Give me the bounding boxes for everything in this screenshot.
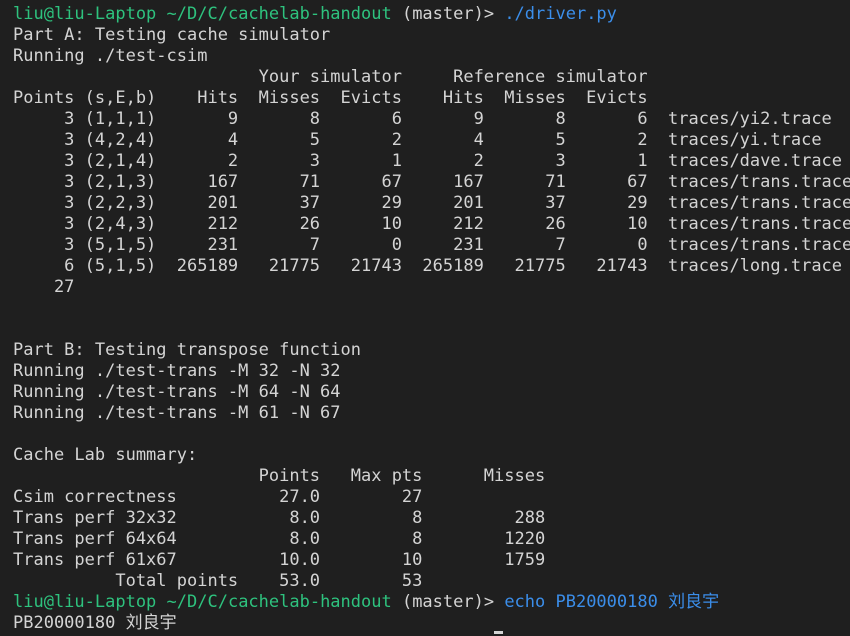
output-line: Your simulator Reference simulator (13, 67, 648, 87)
prompt-path: ~/D/C/cachelab-handout (166, 4, 392, 24)
output-line: 3 (2,4,3) 212 26 10 212 26 10 traces/tra… (13, 214, 850, 234)
output-line: 3 (2,1,3) 167 71 67 167 71 67 traces/tra… (13, 172, 850, 192)
output-line: Running ./test-trans -M 32 -N 32 (13, 361, 341, 381)
output-line: 3 (2,1,4) 2 3 1 2 3 1 traces/dave.trace (13, 151, 843, 171)
prompt-branch: (master)> (391, 592, 505, 612)
output-line: 6 (5,1,5) 265189 21775 21743 265189 2177… (13, 256, 843, 276)
output-line: Part A: Testing cache simulator (13, 25, 331, 45)
output-line: Points (s,E,b) Hits Misses Evicts Hits M… (13, 88, 648, 108)
output-line: Points Max pts Misses (13, 466, 546, 486)
output-line: 3 (2,2,3) 201 37 29 201 37 29 traces/tra… (13, 193, 850, 213)
prompt-branch: (master)> (391, 4, 505, 24)
output-line: Trans perf 32x32 8.0 8 288 (13, 508, 546, 528)
output-line: Running ./test-csim (13, 46, 208, 66)
output-line: 3 (5,1,5) 231 7 0 231 7 0 traces/trans.t… (13, 235, 850, 255)
text-cursor (494, 631, 503, 634)
prompt-line-1: liu@liu-Laptop ~/D/C/cachelab-handout (m… (13, 4, 850, 25)
output-line: 3 (1,1,1) 9 8 6 9 8 6 traces/yi2.trace (13, 109, 832, 129)
output-line: Running ./test-trans -M 64 -N 64 (13, 382, 341, 402)
prompt-line-2: liu@liu-Laptop ~/D/C/cachelab-handout (m… (13, 592, 850, 613)
command-text: echo PB20000180 刘良宇 (504, 592, 720, 612)
output-line: Part B: Testing transpose function (13, 340, 361, 360)
command-output: Part A: Testing cache simulator Running .… (13, 25, 850, 592)
output-line: Running ./test-trans -M 61 -N 67 (13, 403, 341, 423)
output-line: Csim correctness 27.0 27 (13, 487, 423, 507)
prompt-user-host: liu@liu-Laptop (13, 592, 157, 612)
output-line: Total points 53.0 53 (13, 571, 423, 591)
output-line: 3 (4,2,4) 4 5 2 4 5 2 traces/yi.trace (13, 130, 822, 150)
output-line: Trans perf 64x64 8.0 8 1220 (13, 529, 546, 549)
prompt-user-host: liu@liu-Laptop (13, 4, 157, 24)
terminal-window[interactable]: liu@liu-Laptop ~/D/C/cachelab-handout (m… (0, 0, 850, 636)
prompt-path: ~/D/C/cachelab-handout (166, 592, 392, 612)
output-line: Trans perf 61x67 10.0 10 1759 (13, 550, 546, 570)
output-line: 27 (13, 277, 75, 297)
output-line: Cache Lab summary: (13, 445, 198, 465)
echo-output-line: PB20000180 刘良宇 (13, 613, 177, 633)
command-text: ./driver.py (504, 4, 617, 24)
